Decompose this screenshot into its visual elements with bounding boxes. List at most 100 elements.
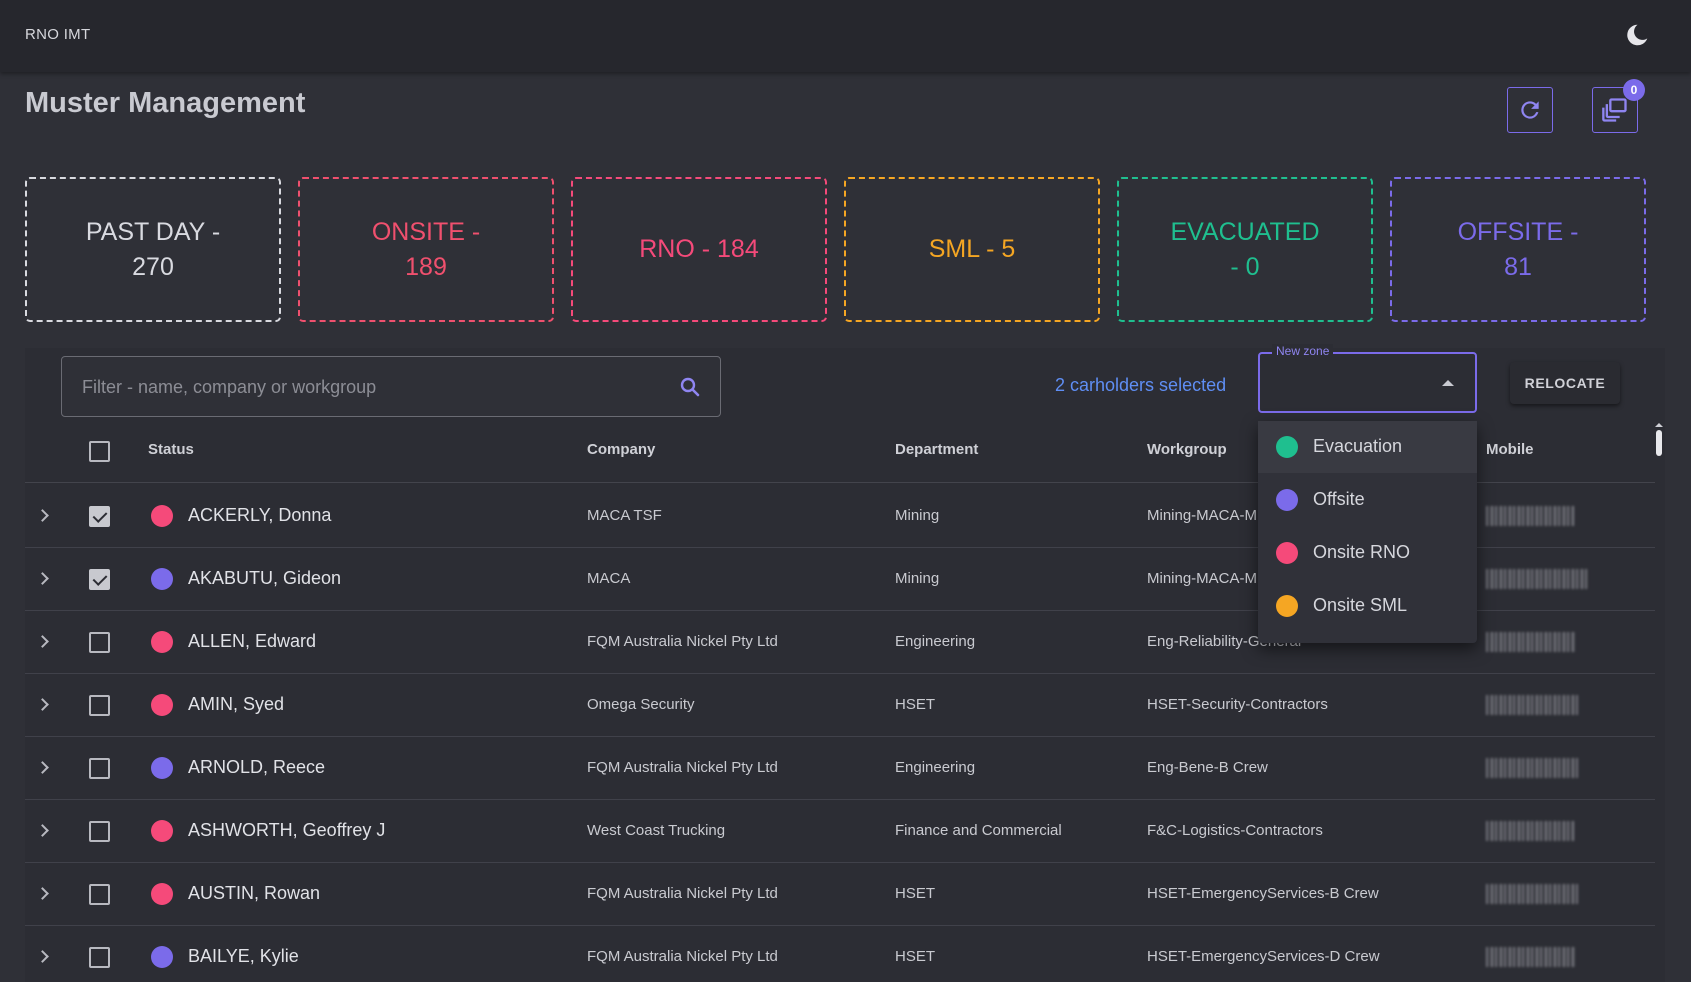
row-company: FQM Australia Nickel Pty Ltd <box>587 632 778 650</box>
stat-card-sml[interactable]: SML - 5 <box>844 177 1100 322</box>
table-scrollbar[interactable] <box>1656 430 1662 456</box>
zone-option-offsite[interactable]: Offsite <box>1258 474 1477 526</box>
mobile-redacted <box>1486 568 1588 589</box>
status-dot <box>151 504 173 527</box>
refresh-button[interactable] <box>1507 87 1553 133</box>
row-divider <box>25 925 1655 926</box>
status-dot <box>151 756 173 779</box>
status-dot <box>151 945 173 968</box>
row-department: Mining <box>895 506 940 524</box>
status-dot <box>151 567 173 590</box>
app-brand: RNO IMT <box>25 26 91 43</box>
stacked-windows-icon <box>1602 98 1627 122</box>
mobile-redacted <box>1486 631 1576 652</box>
row-checkbox[interactable] <box>89 631 110 653</box>
mobile-redacted <box>1486 505 1574 526</box>
stat-card-evacuated[interactable]: EVACUATED - 0 <box>1117 177 1373 322</box>
status-dot <box>151 630 173 653</box>
row-workgroup: HSET-EmergencyServices-D Crew <box>1147 947 1380 965</box>
row-workgroup: HSET-EmergencyServices-B Crew <box>1147 884 1379 902</box>
stat-label: OFFSITE - 81 <box>1457 217 1579 281</box>
row-company: FQM Australia Nickel Pty Ltd <box>587 884 778 902</box>
row-name[interactable]: AKABUTU, Gideon <box>188 568 341 589</box>
stat-label: SML - 5 <box>928 235 1016 263</box>
column-header-workgroup[interactable]: Workgroup <box>1147 441 1227 458</box>
row-workgroup: Mining-MACA-M <box>1147 506 1258 524</box>
row-department: Engineering <box>895 632 976 650</box>
relocate-button[interactable]: RELOCATE <box>1510 362 1620 404</box>
row-name[interactable]: ALLEN, Edward <box>188 631 316 652</box>
row-name[interactable]: AMIN, Syed <box>188 694 284 715</box>
status-dot <box>151 882 173 905</box>
stat-card-past-day[interactable]: PAST DAY - 270 <box>25 177 281 322</box>
column-header-department[interactable]: Department <box>895 441 978 458</box>
row-company: FQM Australia Nickel Pty Ltd <box>587 758 778 776</box>
status-dot <box>1276 542 1298 564</box>
mobile-redacted <box>1486 820 1574 841</box>
moon-icon[interactable] <box>1624 22 1650 48</box>
stat-label: RNO - 184 <box>639 235 759 263</box>
new-zone-label: New zone <box>1272 344 1334 358</box>
row-company: MACA <box>587 569 631 587</box>
chevron-up-icon <box>1442 380 1454 386</box>
zone-option-label: Onsite SML <box>1313 595 1408 615</box>
mobile-redacted <box>1486 883 1578 904</box>
row-checkbox[interactable] <box>89 883 110 905</box>
row-workgroup: F&C-Logistics-Contractors <box>1147 821 1323 839</box>
row-checkbox[interactable] <box>89 568 110 590</box>
row-name[interactable]: ACKERLY, Donna <box>188 505 331 526</box>
row-checkbox[interactable] <box>89 505 110 527</box>
stat-label: PAST DAY - 270 <box>85 217 221 281</box>
search-placeholder: Filter - name, company or workgroup <box>82 377 377 397</box>
search-icon <box>680 377 700 397</box>
row-name[interactable]: ARNOLD, Reece <box>188 757 325 778</box>
stat-label: ONSITE - 189 <box>371 217 481 281</box>
row-workgroup: Eng-Bene-B Crew <box>1147 758 1268 776</box>
scroll-up-icon[interactable] <box>1655 423 1663 427</box>
row-company: MACA TSF <box>587 506 662 524</box>
queue-count-badge: 0 <box>1623 79 1645 101</box>
zone-dropdown-menu: Evacuation Offsite Onsite RNO Onsite SML <box>1258 421 1477 643</box>
select-all-checkbox[interactable] <box>89 441 110 462</box>
row-workgroup: Mining-MACA-M <box>1147 569 1258 587</box>
status-dot <box>1276 436 1298 458</box>
stat-card-offsite[interactable]: OFFSITE - 81 <box>1390 177 1646 322</box>
mobile-redacted <box>1486 694 1578 715</box>
zone-option-label: Offsite <box>1313 489 1365 509</box>
mobile-redacted <box>1486 757 1578 778</box>
selection-count: 2 carholders selected <box>1055 375 1227 395</box>
row-divider <box>25 673 1655 674</box>
row-divider <box>25 736 1655 737</box>
stat-card-rno[interactable]: RNO - 184 <box>571 177 827 322</box>
row-company: FQM Australia Nickel Pty Ltd <box>587 947 778 965</box>
zone-option-onsite-rno[interactable]: Onsite RNO <box>1258 527 1477 579</box>
status-dot <box>1276 489 1298 511</box>
row-name[interactable]: BAILYE, Kylie <box>188 946 299 967</box>
status-dot <box>151 693 173 716</box>
row-checkbox[interactable] <box>89 694 110 716</box>
row-department: HSET <box>895 947 936 965</box>
row-checkbox[interactable] <box>89 757 110 779</box>
status-dot <box>151 819 173 842</box>
row-checkbox[interactable] <box>89 946 110 968</box>
row-department: HSET <box>895 884 936 902</box>
page-title: Muster Management <box>25 87 306 119</box>
zone-option-label: Onsite RNO <box>1313 542 1411 562</box>
mobile-redacted <box>1486 946 1576 967</box>
column-header-company[interactable]: Company <box>587 441 655 458</box>
row-name[interactable]: ASHWORTH, Geoffrey J <box>188 820 385 841</box>
zone-option-evacuation[interactable]: Evacuation <box>1258 421 1477 473</box>
column-header-status[interactable]: Status <box>148 441 194 458</box>
row-checkbox[interactable] <box>89 820 110 842</box>
search-input[interactable]: Filter - name, company or workgroup <box>61 356 721 417</box>
row-name[interactable]: AUSTIN, Rowan <box>188 883 320 904</box>
refresh-icon <box>1521 101 1539 119</box>
status-dot <box>1276 595 1298 617</box>
row-company: West Coast Trucking <box>587 821 726 839</box>
app-bar: RNO IMT <box>0 0 1691 72</box>
zone-option-onsite-sml[interactable]: Onsite SML <box>1258 580 1477 632</box>
row-department: Mining <box>895 569 940 587</box>
column-header-mobile[interactable]: Mobile <box>1486 441 1534 458</box>
stat-card-onsite[interactable]: ONSITE - 189 <box>298 177 554 322</box>
row-department: HSET <box>895 695 936 713</box>
